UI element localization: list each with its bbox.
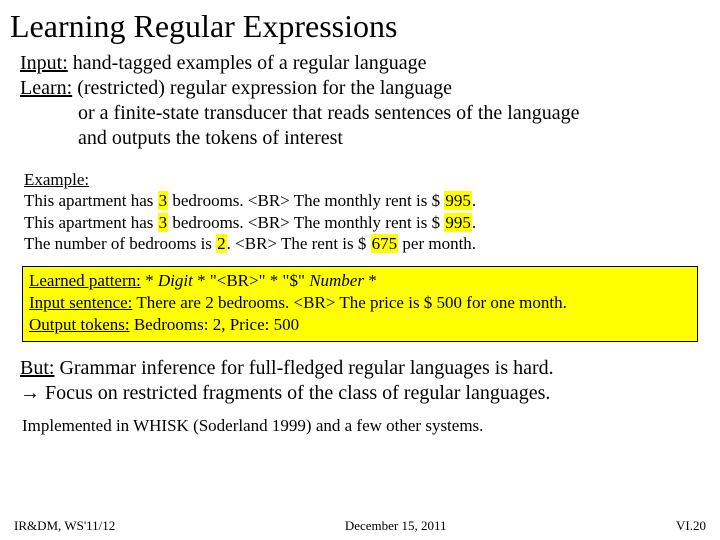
intro-line-3: or a finite-state transducer that reads …	[78, 101, 706, 126]
example-sentence-2: This apartment has 3 bedrooms. <BR> The …	[24, 212, 706, 233]
learn-label: Learn:	[20, 77, 72, 99]
but-line-1: But: Grammar inference for full-fledged …	[20, 356, 706, 381]
text-frag: per month.	[398, 234, 476, 253]
highlight: 675	[371, 234, 399, 253]
but-block: But: Grammar inference for full-fledged …	[20, 356, 706, 406]
example-sentence-3: The number of bedrooms is 2. <BR> The re…	[24, 233, 706, 254]
text-frag: *	[141, 271, 158, 290]
highlight: 2	[216, 234, 227, 253]
footer-left: IR&DM, WS'11/12	[14, 518, 115, 534]
intro-learn-line: Learn: (restricted) regular expression f…	[20, 76, 706, 101]
text-frag: .	[472, 213, 476, 232]
but-label: But:	[20, 357, 54, 379]
highlight: 995	[444, 213, 472, 232]
learn-text: (restricted) regular expression for the …	[72, 77, 452, 99]
pattern-digit: Digit	[158, 271, 193, 290]
but-text-2: Focus on restricted fragments of the cla…	[40, 382, 550, 404]
learned-pattern-label: Learned pattern:	[29, 271, 141, 290]
text-frag: *	[364, 271, 377, 290]
text-frag: .	[472, 191, 476, 210]
but-text-1: Grammar inference for full-fledged regul…	[54, 357, 553, 379]
output-tokens-text: Bedrooms: 2, Price: 500	[130, 315, 300, 334]
input-sentence-label: Input sentence:	[29, 293, 132, 312]
but-line-2: → Focus on restricted fragments of the c…	[20, 381, 706, 406]
input-text: hand-tagged examples of a regular langua…	[68, 52, 427, 74]
input-sentence-text: There are 2 bedrooms. <BR> The price is …	[132, 293, 566, 312]
intro-block: Input: hand-tagged examples of a regular…	[20, 51, 706, 151]
slide-title: Learning Regular Expressions	[10, 8, 706, 45]
text-frag: bedrooms. <BR> The monthly rent is $	[168, 191, 444, 210]
text-frag: bedrooms. <BR> The monthly rent is $	[168, 213, 444, 232]
highlight: 3	[158, 191, 169, 210]
footer: IR&DM, WS'11/12 December 15, 2011 VI.20	[14, 518, 706, 534]
text-frag: This apartment has	[24, 191, 158, 210]
output-tokens-line: Output tokens: Bedrooms: 2, Price: 500	[29, 314, 691, 336]
arrow-icon: →	[20, 382, 40, 404]
learned-pattern-line: Learned pattern: * Digit * "<BR>" * "$" …	[29, 270, 691, 292]
highlight: 995	[444, 191, 472, 210]
example-sentence-1: This apartment has 3 bedrooms. <BR> The …	[24, 190, 706, 211]
text-frag: This apartment has	[24, 213, 158, 232]
example-label: Example:	[24, 170, 89, 189]
output-tokens-label: Output tokens:	[29, 315, 130, 334]
pattern-number: Number	[309, 271, 364, 290]
text-frag: . <BR> The rent is $	[227, 234, 371, 253]
footer-right: VI.20	[676, 518, 706, 534]
highlight: 3	[158, 213, 169, 232]
implementation-note: Implemented in WHISK (Soderland 1999) an…	[22, 416, 706, 436]
intro-input-line: Input: hand-tagged examples of a regular…	[20, 51, 706, 76]
text-frag: The number of bedrooms is	[24, 234, 216, 253]
intro-line-4: and outputs the tokens of interest	[78, 126, 706, 151]
input-sentence-line: Input sentence: There are 2 bedrooms. <B…	[29, 292, 691, 314]
footer-center: December 15, 2011	[345, 518, 447, 534]
input-label: Input:	[20, 52, 68, 74]
text-frag: * "<BR>" * "$"	[193, 271, 309, 290]
learned-pattern-box: Learned pattern: * Digit * "<BR>" * "$" …	[22, 266, 698, 342]
example-block: Example: This apartment has 3 bedrooms. …	[24, 169, 706, 254]
